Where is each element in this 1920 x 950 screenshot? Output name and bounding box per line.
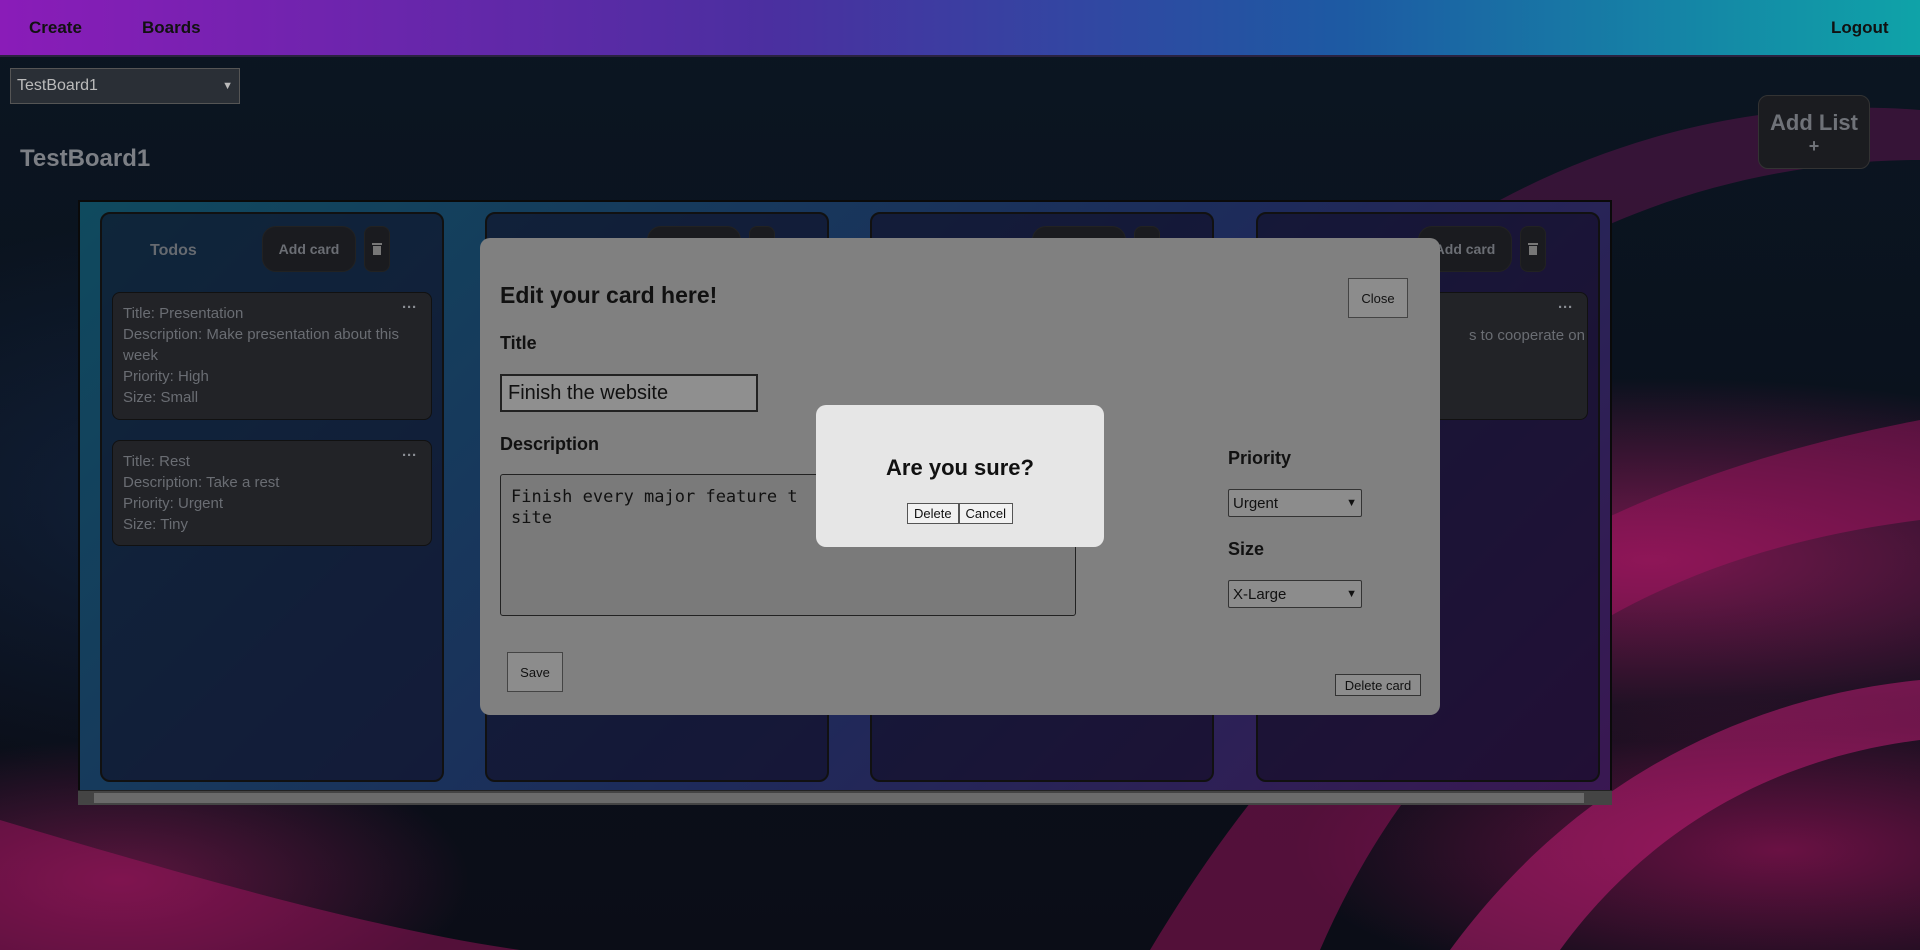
nav-boards-link[interactable]: Boards <box>142 18 201 38</box>
trash-icon <box>372 243 382 255</box>
chevron-down-icon: ▼ <box>1346 497 1357 509</box>
size-select[interactable]: X-Large ▼ <box>1228 580 1362 608</box>
scrollbar-thumb[interactable] <box>94 793 1584 803</box>
top-navbar: Create Boards Logout <box>0 0 1920 57</box>
confirm-delete-button[interactable]: Delete <box>906 503 959 524</box>
card-priority: Priority: Urgent <box>123 495 224 512</box>
delete-list-button[interactable] <box>364 226 390 272</box>
size-label: Size <box>1228 539 1265 559</box>
plus-icon: + <box>1808 136 1820 156</box>
card-size: Size: Small <box>123 389 199 406</box>
nav-create-link[interactable]: Create <box>29 18 82 38</box>
board-select[interactable]: TestBoard1 ▼ <box>10 68 240 104</box>
priority-select-value: Urgent <box>1233 494 1279 512</box>
delete-list-button[interactable] <box>1520 226 1546 272</box>
modal-heading: Edit your card here! <box>500 282 718 308</box>
chevron-down-icon: ▼ <box>1346 588 1357 600</box>
board-title: TestBoard1 <box>20 145 151 172</box>
confirm-dialog: Are you sure? Delete Cancel <box>816 405 1104 547</box>
confirm-heading: Are you sure? <box>886 455 1034 480</box>
priority-label: Priority <box>1228 448 1292 468</box>
list-header: Todos Add card <box>102 226 442 272</box>
confirm-buttons: Delete Cancel <box>816 503 1104 524</box>
horizontal-scrollbar[interactable] <box>78 790 1612 805</box>
board-select-value: TestBoard1 <box>17 77 98 94</box>
title-label: Title <box>500 333 537 353</box>
chevron-down-icon: ▼ <box>222 80 233 92</box>
card-title: Title: Presentation <box>123 305 244 322</box>
card-priority: Priority: High <box>123 368 209 385</box>
title-input[interactable]: Finish the website <box>500 374 758 412</box>
add-list-button[interactable]: Add List + <box>1758 95 1870 169</box>
trash-icon <box>1528 243 1538 255</box>
card-size: Size: Tiny <box>123 516 189 533</box>
description-label: Description <box>500 434 600 454</box>
list-item[interactable]: ··· Title: Rest Description: Take a rest… <box>112 440 432 546</box>
add-card-button[interactable]: Add card <box>262 226 356 272</box>
add-list-label: Add List <box>1770 110 1858 135</box>
confirm-cancel-button[interactable]: Cancel <box>958 503 1014 524</box>
close-button[interactable]: Close <box>1348 278 1408 318</box>
list-todos: Todos Add card ··· Title: Presentation D… <box>100 212 444 782</box>
ellipsis-icon[interactable]: ··· <box>402 297 417 318</box>
size-select-value: X-Large <box>1233 585 1287 603</box>
save-button[interactable]: Save <box>507 652 563 692</box>
priority-select[interactable]: Urgent ▼ <box>1228 489 1362 517</box>
list-name: Todos <box>150 242 197 259</box>
card-description: Description: Make presentation about thi… <box>123 326 399 364</box>
delete-card-button[interactable]: Delete card <box>1335 674 1421 696</box>
ellipsis-icon[interactable]: ··· <box>1558 297 1573 318</box>
list-item[interactable]: ··· Title: Presentation Description: Mak… <box>112 292 432 420</box>
card-description: Description: Take a rest <box>123 474 280 491</box>
card-title: Title: Rest <box>123 453 190 470</box>
nav-logout-link[interactable]: Logout <box>1831 18 1889 38</box>
ellipsis-icon[interactable]: ··· <box>402 445 417 466</box>
